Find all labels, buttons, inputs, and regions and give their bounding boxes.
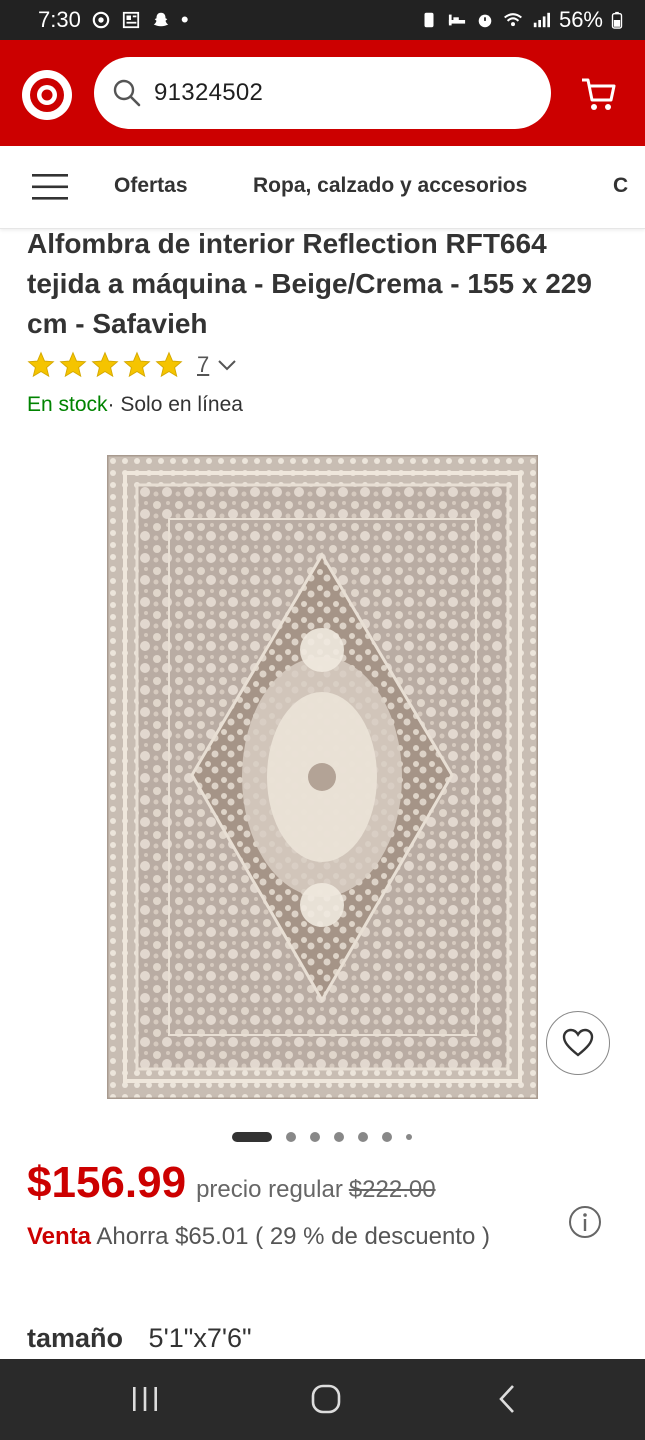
status-bar: 7:30 • 56% [0, 0, 645, 40]
size-selector[interactable]: tamaño 5'1"x7'6" [27, 1323, 252, 1354]
nav-item-next[interactable]: C [613, 174, 628, 198]
system-nav-bar [0, 1359, 645, 1440]
search-icon[interactable] [112, 78, 142, 108]
news-icon [122, 11, 139, 29]
carousel-dot[interactable] [406, 1134, 412, 1140]
search-input[interactable] [154, 79, 514, 107]
sale-label: Venta [27, 1223, 92, 1250]
stock-status: En stock· Solo en línea [27, 393, 243, 417]
battery-saver-icon [424, 12, 434, 28]
nav-item-ofertas[interactable]: Ofertas [114, 174, 188, 198]
rug-image [105, 453, 540, 1101]
sale-details: Venta Ahorra $65.01 ( 29 % de descuento … [27, 1219, 547, 1255]
signal-icon [533, 12, 550, 28]
online-only-label: · Solo en línea [107, 393, 243, 416]
target-logo-icon[interactable] [22, 70, 72, 120]
current-price: $156.99 [27, 1158, 187, 1207]
regular-price-value: $222.00 [348, 1176, 436, 1203]
product-image[interactable] [105, 453, 540, 1101]
in-stock-label: En stock [27, 393, 108, 416]
recent-apps-icon[interactable] [130, 1385, 160, 1413]
review-count-link[interactable]: 7 [197, 352, 209, 378]
status-time: 7:30 [38, 7, 81, 32]
size-value: 5'1"x7'6" [148, 1323, 252, 1353]
size-label: tamaño [27, 1323, 124, 1353]
nav-item-ropa[interactable]: Ropa, calzado y accesorios [253, 174, 527, 198]
snapchat-icon [153, 12, 169, 27]
category-nav: Ofertas Ropa, calzado y accesorios C [0, 146, 645, 229]
regular-price-label: precio regular [196, 1176, 343, 1203]
savings-text: Ahorra $65.01 ( 29 % de descuento ) [96, 1223, 490, 1250]
star-icon [91, 351, 119, 378]
product-title: Alfombra de interior Reflection RFT664 t… [27, 228, 592, 339]
carousel-dot[interactable] [334, 1132, 344, 1142]
wifi-icon [503, 13, 522, 27]
carousel-dot[interactable] [358, 1132, 368, 1142]
status-notification-dot: • [180, 7, 189, 32]
back-icon[interactable] [495, 1383, 519, 1415]
battery-percent: 56% [558, 7, 603, 32]
carousel-dot[interactable] [286, 1132, 296, 1142]
star-rating [27, 351, 183, 379]
top-header [0, 40, 645, 146]
star-icon [123, 351, 151, 378]
battery-icon [611, 11, 623, 29]
price-row: $156.99 precio regular $222.00 [27, 1158, 436, 1208]
menu-icon[interactable] [32, 172, 70, 202]
alarm-icon [478, 14, 492, 28]
heart-icon [562, 1028, 594, 1057]
cart-icon[interactable] [578, 74, 618, 114]
carousel-dot[interactable] [310, 1132, 320, 1142]
star-icon [27, 351, 55, 378]
chevron-down-icon[interactable] [217, 358, 237, 372]
chrome-icon [92, 11, 110, 29]
star-icon [155, 351, 183, 378]
bed-icon [448, 14, 466, 26]
favorite-button[interactable] [546, 1011, 610, 1075]
search-bar[interactable] [94, 57, 551, 129]
star-icon [59, 351, 87, 378]
carousel-dot-active[interactable] [232, 1132, 272, 1142]
info-icon[interactable] [567, 1204, 603, 1240]
rating-row[interactable]: 7 [27, 351, 237, 379]
home-icon[interactable] [310, 1383, 342, 1415]
carousel-dot[interactable] [382, 1132, 392, 1142]
carousel-indicator[interactable] [232, 1132, 412, 1142]
